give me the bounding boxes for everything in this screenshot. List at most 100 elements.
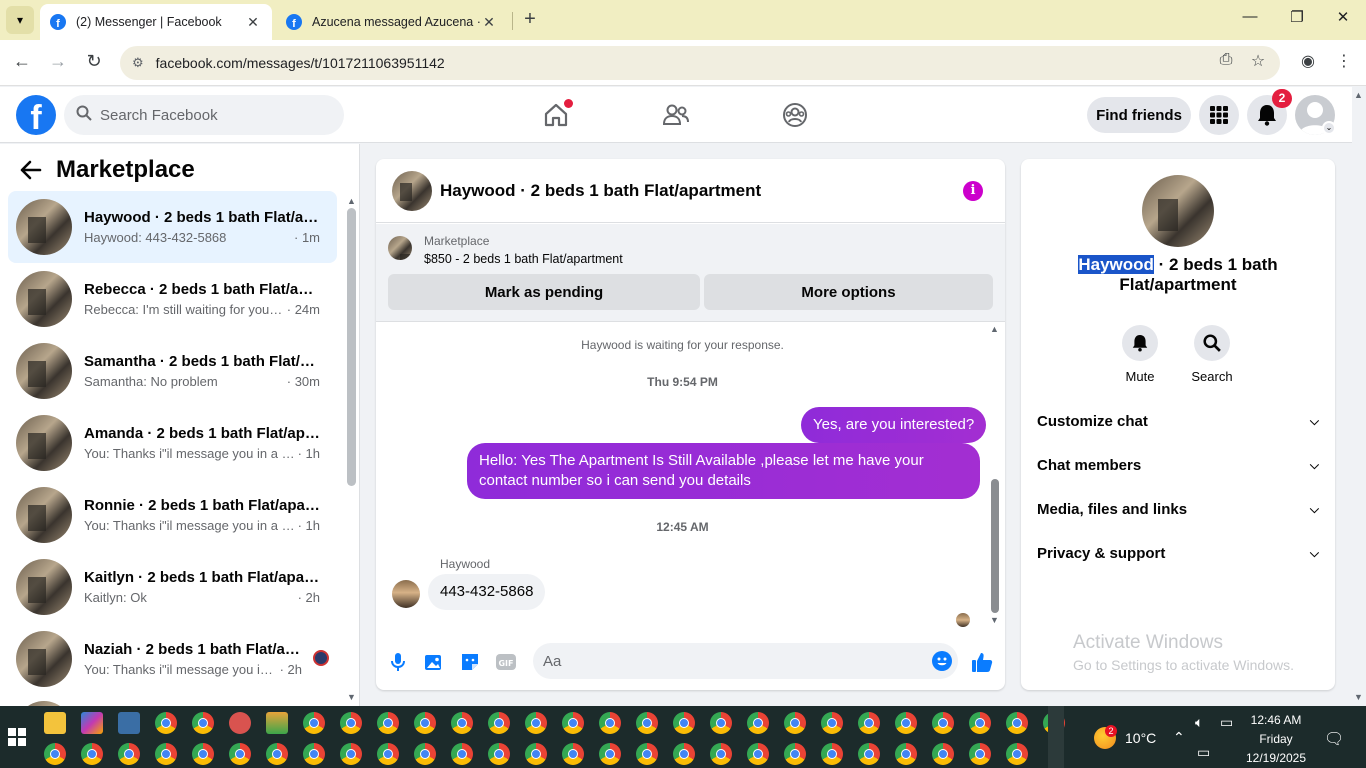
account-chevron-icon[interactable]: ⌄ bbox=[1322, 121, 1336, 135]
chrome-icon[interactable] bbox=[895, 743, 917, 765]
chat-title[interactable]: Haywood · 2 beds 1 bath Flat/apartment bbox=[440, 181, 761, 201]
chrome-icon[interactable] bbox=[858, 712, 880, 734]
minimize-icon[interactable]: — bbox=[1238, 8, 1262, 32]
chrome-icon[interactable] bbox=[969, 743, 991, 765]
scroll-down-arrow-icon[interactable]: ▼ bbox=[347, 692, 356, 702]
chrome-icon[interactable] bbox=[747, 712, 769, 734]
page-scroll-down-icon[interactable]: ▼ bbox=[1354, 692, 1363, 702]
chrome-icon[interactable] bbox=[784, 743, 806, 765]
back-arrow-icon[interactable] bbox=[20, 160, 42, 186]
conversation-item[interactable]: Rebecca · 2 beds 1 bath Flat/apartment R… bbox=[8, 263, 337, 335]
outgoing-message[interactable]: Hello: Yes The Apartment Is Still Availa… bbox=[467, 443, 980, 499]
chrome-icon[interactable] bbox=[377, 712, 399, 734]
forward-icon[interactable]: → bbox=[46, 51, 70, 75]
taskbar-overflow-scrollbar[interactable] bbox=[1048, 706, 1064, 768]
left-panel-scrollbar[interactable] bbox=[347, 208, 356, 486]
outgoing-message[interactable]: Yes, are you interested? bbox=[801, 407, 987, 443]
chrome-icon[interactable] bbox=[525, 712, 547, 734]
chrome-icon[interactable] bbox=[710, 712, 732, 734]
chrome-icon[interactable] bbox=[229, 743, 251, 765]
chrome-icon[interactable] bbox=[562, 743, 584, 765]
new-tab-icon[interactable]: + bbox=[518, 8, 542, 32]
chrome-icon[interactable] bbox=[303, 743, 325, 765]
sender-avatar[interactable] bbox=[392, 580, 420, 608]
chrome-icon[interactable] bbox=[1006, 743, 1028, 765]
chrome-icon[interactable] bbox=[155, 743, 177, 765]
volume-icon[interactable]: 🔈︎ bbox=[1195, 714, 1203, 731]
chrome-icon[interactable] bbox=[192, 743, 214, 765]
chrome-icon[interactable] bbox=[414, 712, 436, 734]
profile-icon[interactable]: ◉ bbox=[1296, 51, 1320, 75]
battery-icon[interactable]: ▭ bbox=[1220, 714, 1233, 731]
conversation-item[interactable]: Kaitlyn · 2 beds 1 bath Flat/apartment K… bbox=[8, 551, 337, 623]
mute-action[interactable]: Mute bbox=[1110, 325, 1170, 384]
stacks-app-icon[interactable] bbox=[266, 712, 288, 734]
chat-listing-thumbnail[interactable] bbox=[392, 170, 432, 211]
chrome-icon[interactable] bbox=[414, 743, 436, 765]
thumbs-up-icon[interactable] bbox=[971, 651, 993, 673]
system-clock[interactable]: 12:46 AM Friday 12/19/2025 bbox=[1236, 711, 1316, 768]
chrome-icon[interactable] bbox=[969, 712, 991, 734]
notification-center-icon[interactable]: 🗨︎ bbox=[1324, 729, 1344, 749]
chat-scrollbar[interactable] bbox=[991, 479, 999, 613]
facebook-logo[interactable]: f bbox=[16, 95, 56, 135]
browser-menu-icon[interactable]: ⋮ bbox=[1332, 51, 1356, 75]
tab-close-icon[interactable]: ✕ bbox=[244, 14, 262, 31]
chat-members-row[interactable]: Chat members ⌵ bbox=[1029, 445, 1327, 485]
site-info-icon[interactable]: ⚙ bbox=[132, 55, 144, 71]
sticker-icon[interactable] bbox=[459, 651, 481, 673]
more-options-button[interactable]: More options bbox=[704, 274, 993, 310]
bookmark-star-icon[interactable]: ☆ bbox=[1246, 51, 1270, 75]
listing-photo[interactable] bbox=[1142, 175, 1214, 247]
search-input[interactable] bbox=[100, 106, 320, 124]
chrome-icon[interactable] bbox=[488, 743, 510, 765]
file-explorer-icon[interactable] bbox=[44, 712, 66, 734]
chrome-icon[interactable] bbox=[821, 712, 843, 734]
keyboard-app-icon[interactable] bbox=[118, 712, 140, 734]
chrome-icon[interactable] bbox=[599, 712, 621, 734]
groups-icon[interactable] bbox=[779, 99, 811, 131]
chrome-icon[interactable] bbox=[932, 743, 954, 765]
chrome-icon[interactable] bbox=[636, 712, 658, 734]
conversation-item[interactable]: Ronnie · 2 beds 1 bath Flat/apartment Yo… bbox=[8, 479, 337, 551]
conversation-item[interactable]: Amanda · 2 beds 1 bath Flat/apartment Yo… bbox=[8, 407, 337, 479]
windows-start-icon[interactable] bbox=[8, 728, 26, 746]
chrome-icon[interactable] bbox=[340, 743, 362, 765]
microphone-icon[interactable] bbox=[387, 651, 409, 673]
chrome-icon[interactable] bbox=[451, 712, 473, 734]
copilot-icon[interactable] bbox=[81, 712, 103, 734]
message-input[interactable] bbox=[533, 643, 958, 679]
chrome-icon[interactable] bbox=[821, 743, 843, 765]
media-files-links-row[interactable]: Media, files and links ⌵ bbox=[1029, 489, 1327, 529]
friends-icon[interactable] bbox=[660, 99, 692, 131]
menu-grid-icon[interactable] bbox=[1199, 95, 1239, 135]
gif-icon[interactable]: GIF bbox=[495, 651, 517, 673]
chrome-icon[interactable] bbox=[525, 743, 547, 765]
chrome-icon[interactable] bbox=[858, 743, 880, 765]
chrome-icon[interactable] bbox=[155, 712, 177, 734]
incoming-message[interactable]: 443-432-5868 bbox=[428, 574, 546, 610]
chrome-icon[interactable] bbox=[340, 712, 362, 734]
chrome-icon[interactable] bbox=[377, 743, 399, 765]
chrome-icon[interactable] bbox=[44, 743, 66, 765]
chrome-icon[interactable] bbox=[488, 712, 510, 734]
mark-as-pending-button[interactable]: Mark as pending bbox=[388, 274, 700, 310]
chrome-icon[interactable] bbox=[895, 712, 917, 734]
emoji-icon[interactable] bbox=[932, 651, 952, 671]
chrome-icon[interactable] bbox=[1006, 712, 1028, 734]
tab-search-chevron-icon[interactable]: ▾ bbox=[6, 6, 34, 34]
conversation-info-icon[interactable]: i bbox=[963, 181, 983, 201]
privacy-support-row[interactable]: Privacy & support ⌵ bbox=[1029, 533, 1327, 573]
address-bar[interactable]: ⚙ facebook.com/messages/t/10172110639511… bbox=[120, 46, 1280, 80]
conversation-item[interactable]: Samantha · 2 beds 1 bath Flat/apartment … bbox=[8, 335, 337, 407]
tab-close-icon[interactable]: ✕ bbox=[480, 14, 498, 31]
customize-chat-row[interactable]: Customize chat ⌵ bbox=[1029, 401, 1327, 441]
reload-icon[interactable]: ↻ bbox=[82, 51, 106, 75]
facebook-search[interactable] bbox=[64, 95, 344, 135]
listing-description[interactable]: $850 - 2 beds 1 bath Flat/apartment bbox=[424, 252, 623, 266]
back-icon[interactable]: ← bbox=[10, 51, 34, 75]
chrome-icon[interactable] bbox=[673, 743, 695, 765]
browser-tab-messenger[interactable]: f (2) Messenger | Facebook ✕ bbox=[40, 4, 272, 40]
temperature[interactable]: 10°C bbox=[1125, 730, 1156, 746]
chrome-icon[interactable] bbox=[562, 712, 584, 734]
